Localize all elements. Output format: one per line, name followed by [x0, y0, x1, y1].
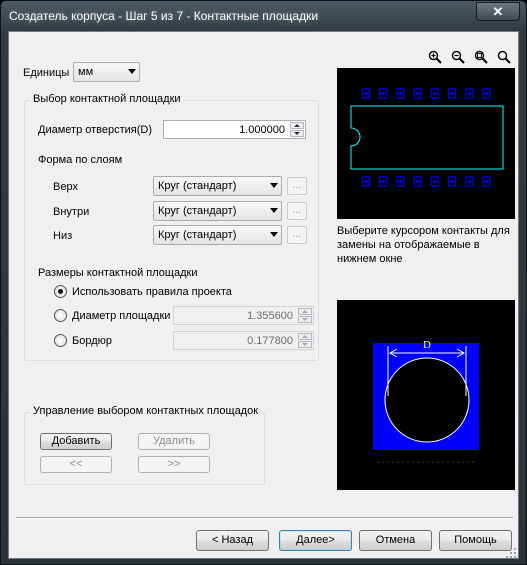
zoom-area-icon[interactable] — [497, 50, 511, 64]
package-outline — [350, 105, 504, 170]
next-pad-button[interactable]: >> — [138, 456, 210, 473]
stepper-buttons[interactable] — [290, 122, 304, 137]
layer-top-shape-select[interactable]: Круг (стандарт) — [153, 176, 282, 196]
cancel-button[interactable]: Отмена — [359, 530, 432, 551]
hole-shape — [384, 357, 470, 443]
pad-bottom-hole-7 — [467, 179, 471, 184]
resize-grip-icon[interactable] — [506, 548, 517, 559]
pad-sizes-label: Размеры контактной площадки — [38, 267, 198, 279]
annular-stepper[interactable]: 0.177800 — [173, 331, 314, 350]
dialog-client-area: Единицы мм Выбор контактной площадки Диа… — [8, 31, 519, 559]
add-pad-button[interactable]: Добавить — [40, 433, 112, 450]
zoom-out-icon[interactable] — [451, 50, 465, 64]
hole-diameter-stepper[interactable]: 1.000000 — [163, 120, 306, 139]
layer-bottom-label: Низ — [53, 230, 73, 242]
dimension-label: D — [423, 339, 431, 351]
arrow-down-icon[interactable] — [298, 316, 312, 323]
arrow-up-icon[interactable] — [298, 333, 312, 340]
layer-inner-label: Внутри — [53, 206, 90, 218]
use-rules-label[interactable]: Использовать правила проекта — [72, 286, 232, 298]
back-button[interactable]: < Назад — [196, 530, 269, 551]
pad-top-hole-5 — [433, 91, 437, 96]
layer-top-more-button[interactable]: ... — [287, 177, 307, 195]
selection-hint-text: Выберите курсором контакты для замены на… — [337, 225, 510, 265]
annular-value: 0.177800 — [247, 335, 293, 347]
pad-diameter-stepper[interactable]: 1.355600 — [173, 306, 314, 325]
pad-preview: D — [373, 339, 479, 463]
pad-bottom-hole-6 — [450, 179, 454, 184]
layer-inner-more-button[interactable]: ... — [287, 202, 307, 220]
pad-top-hole-1 — [364, 91, 368, 96]
pad-diameter-label[interactable]: Диаметр площадки — [72, 310, 170, 322]
chevron-down-icon — [270, 208, 278, 213]
pad-management-title: Управление выбором контактных площадок — [31, 405, 261, 417]
pad-bottom-hole-4 — [416, 179, 420, 184]
use-rules-radio[interactable] — [54, 285, 67, 298]
window-title: Создатель корпуса - Шаг 5 из 7 - Контакт… — [9, 9, 319, 23]
pad-bottom-hole-2 — [381, 179, 385, 184]
title-bar: Создатель корпуса - Шаг 5 из 7 - Контакт… — [1, 1, 526, 31]
pad-selection-group: Выбор контактной площадки Диаметр отверс… — [24, 93, 319, 361]
layer-inner-shape-select[interactable]: Круг (стандарт) — [153, 201, 282, 221]
pad-diameter-value: 1.355600 — [247, 310, 293, 322]
hole-diameter-value: 1.000000 — [239, 124, 285, 136]
pad-selection-title: Выбор контактной площадки — [31, 93, 183, 105]
previous-pad-button[interactable]: << — [40, 456, 112, 473]
arrow-down-icon[interactable] — [290, 130, 304, 137]
layer-top-shape-value: Круг (стандарт) — [158, 180, 237, 192]
pad-top-hole-8 — [484, 91, 488, 96]
layer-inner-shape-value: Круг (стандарт) — [158, 205, 237, 217]
zoom-in-icon[interactable] — [428, 50, 442, 64]
chevron-down-icon — [128, 69, 136, 74]
arrow-up-icon[interactable] — [290, 122, 304, 129]
pad-bottom-hole-3 — [398, 179, 402, 184]
pad-top-hole-6 — [450, 91, 454, 96]
chevron-down-icon — [270, 183, 278, 188]
footprint-preview-panel[interactable] — [337, 68, 515, 219]
stepper-buttons[interactable] — [298, 333, 312, 348]
units-label: Единицы — [23, 67, 70, 79]
pad-top-hole-3 — [398, 91, 402, 96]
pad-preview-panel: D — [337, 300, 515, 490]
layer-bottom-shape-value: Круг (стандарт) — [158, 229, 237, 241]
annular-radio[interactable] — [54, 334, 67, 347]
remove-pad-button[interactable]: Удалить — [138, 433, 210, 450]
pad-bottom-hole-5 — [433, 179, 437, 184]
footprint-preview[interactable] — [337, 68, 515, 219]
next-button[interactable]: Далее> — [279, 530, 352, 551]
units-value: мм — [78, 66, 94, 78]
chevron-down-icon — [270, 232, 278, 237]
close-button[interactable]: ✕ — [476, 2, 520, 21]
arrow-down-icon[interactable] — [298, 341, 312, 348]
pad-management-group: Управление выбором контактных площадок Д… — [24, 405, 265, 485]
help-button[interactable]: Помощь — [439, 530, 512, 551]
arrow-up-icon[interactable] — [298, 308, 312, 315]
pad-top-hole-4 — [416, 91, 420, 96]
footer-separator — [16, 517, 513, 519]
layer-top-label: Верх — [53, 181, 78, 193]
pad-bottom-hole-8 — [484, 179, 488, 184]
annular-label[interactable]: Бордюр — [72, 335, 112, 347]
layer-bottom-shape-select[interactable]: Круг (стандарт) — [153, 225, 282, 245]
pad-diameter-radio[interactable] — [54, 309, 67, 322]
pad-top-hole-7 — [467, 91, 471, 96]
pad-bottom-hole-1 — [364, 179, 368, 184]
shape-by-layer-label: Форма по слоям — [38, 154, 123, 166]
wizard-window: Создатель корпуса - Шаг 5 из 7 - Контакт… — [0, 0, 527, 565]
pad-top-hole-2 — [381, 91, 385, 96]
layer-bottom-more-button[interactable]: ... — [287, 226, 307, 244]
hole-diameter-label: Диаметр отверстия(D) — [38, 124, 153, 136]
zoom-fit-icon[interactable] — [474, 50, 488, 64]
units-select[interactable]: мм — [73, 62, 140, 82]
stepper-buttons[interactable] — [298, 308, 312, 323]
